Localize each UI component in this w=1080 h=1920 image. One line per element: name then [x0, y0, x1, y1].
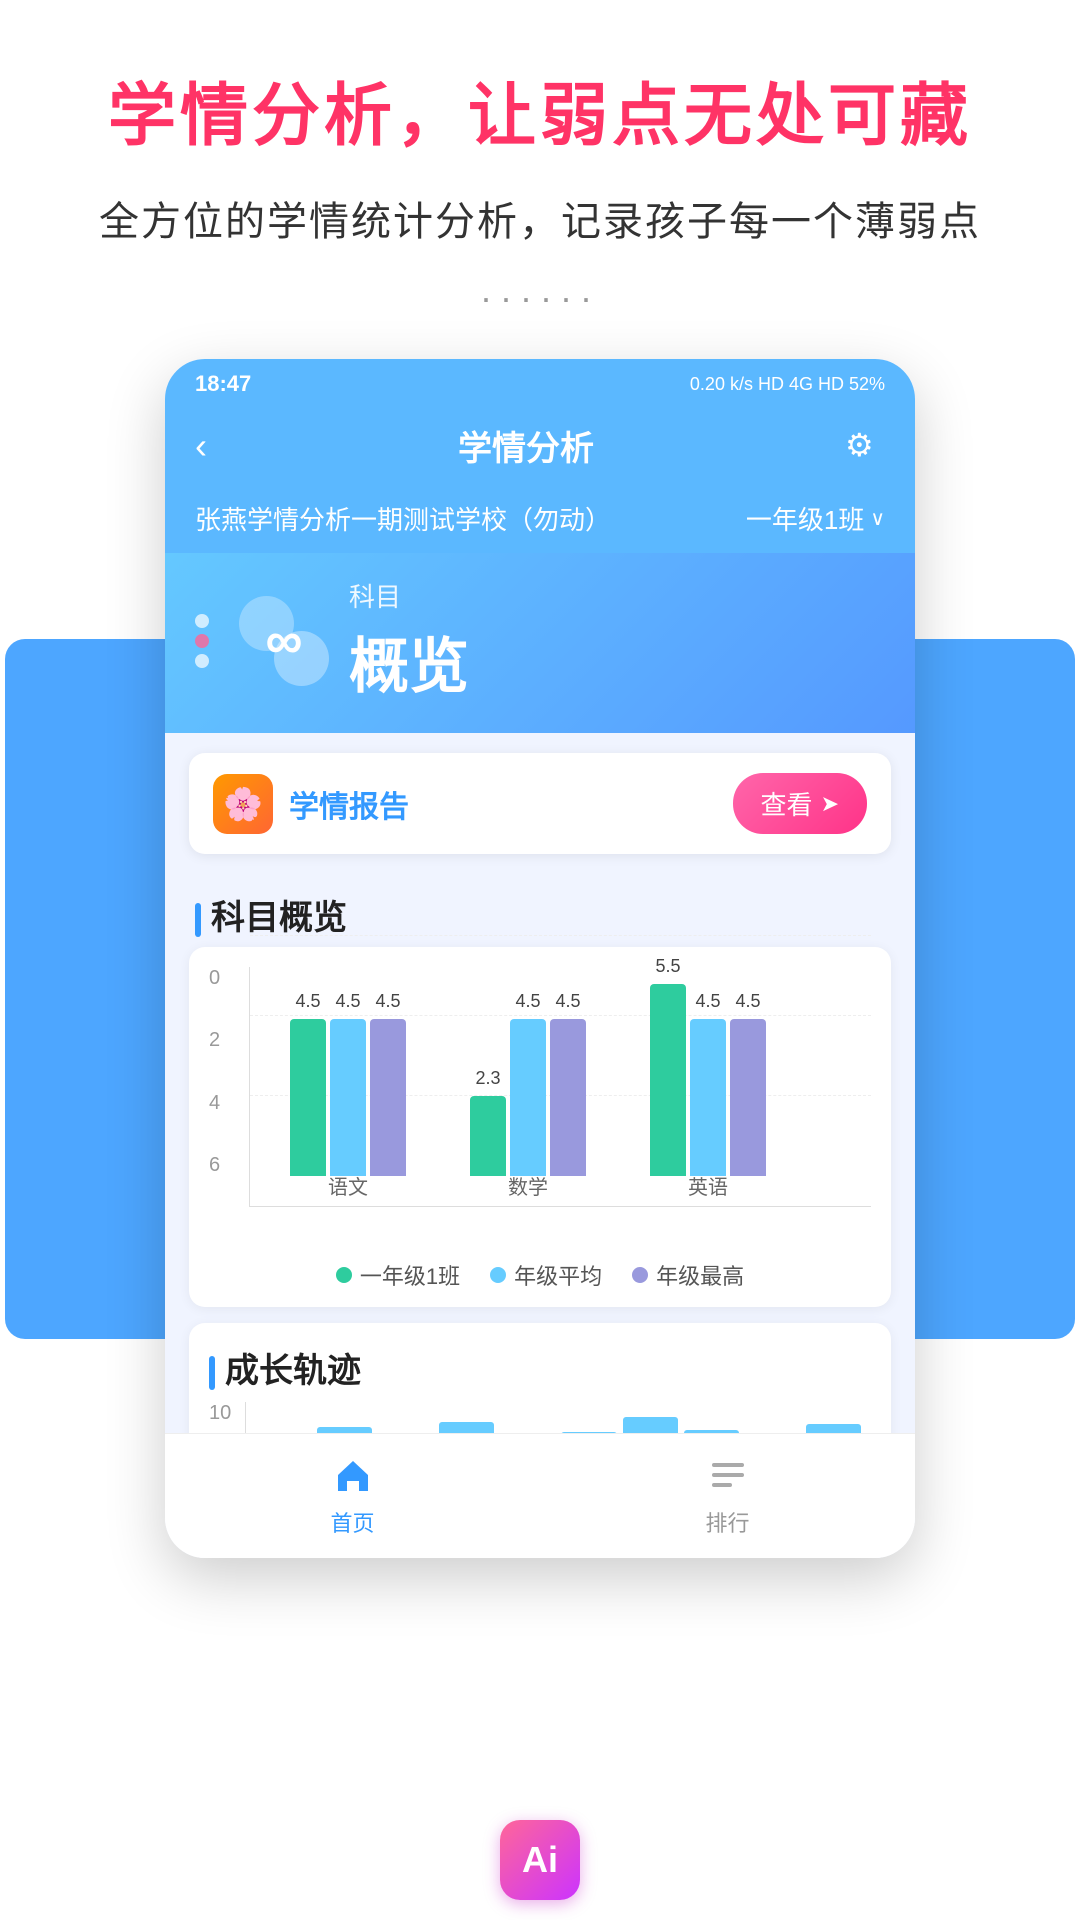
- legend-label-avg: 年级平均: [514, 1259, 602, 1291]
- legend-top: 年级最高: [632, 1259, 744, 1291]
- rank-icon: [703, 1450, 753, 1500]
- status-bar: 18:47 0.20 k/s HD 4G HD 52%: [165, 359, 915, 405]
- bar-label-shuxue-3: 4.5: [555, 991, 580, 1012]
- bar-label-yuwen-2: 4.5: [335, 991, 360, 1012]
- ai-badge[interactable]: Ai: [500, 1820, 580, 1900]
- report-icon: 🌸: [213, 774, 273, 834]
- bar-yingyu-lb: 4.5: [690, 1019, 726, 1177]
- status-time: 18:47: [195, 371, 251, 397]
- y-label-0: 0: [209, 967, 220, 990]
- bar-yingyu-green: 5.5: [650, 984, 686, 1177]
- tab-icon: ∞: [239, 596, 329, 686]
- view-btn-arrow-icon: ➤: [821, 791, 839, 817]
- dot-3: [195, 654, 209, 668]
- nav-label-home: 首页: [330, 1506, 374, 1538]
- sub-title: 全方位的学情统计分析，记录孩子每一个薄弱点: [40, 189, 1040, 247]
- y-label-6: 6: [209, 1154, 220, 1177]
- class-name: 一年级1班: [746, 500, 864, 537]
- bar-label-yingyu-1: 5.5: [655, 956, 680, 977]
- tab-card-content: 科目 概览: [349, 577, 885, 705]
- bar-shuxue-lb: 4.5: [510, 1019, 546, 1177]
- legend-label-class: 一年级1班: [360, 1259, 460, 1291]
- view-button[interactable]: 查看 ➤: [733, 773, 867, 834]
- group-label-yingyu: 英语: [688, 1171, 728, 1200]
- bar-label-shuxue-2: 4.5: [515, 991, 540, 1012]
- legend-dot-green: [336, 1267, 352, 1283]
- legend-label-top: 年级最高: [656, 1259, 744, 1291]
- class-selector[interactable]: 一年级1班 ∨: [746, 500, 885, 537]
- bar-yuwen-purple: 4.5: [370, 1019, 406, 1177]
- chart-y-axis: 6 4 2 0: [209, 967, 220, 1207]
- app-header: ‹ 学情分析 ⚙: [165, 405, 915, 490]
- phone-outer: 18:47 0.20 k/s HD 4G HD 52% ‹ 学情分析 ⚙ 张燕学…: [165, 359, 915, 1558]
- school-bar: 张燕学情分析一期测试学校（勿动） 一年级1班 ∨: [165, 490, 915, 553]
- growth-title: 成长轨迹: [209, 1343, 871, 1392]
- dots: ······: [40, 277, 1040, 319]
- report-card: 🌸 学情报告 查看 ➤: [189, 753, 891, 854]
- tab-label-small: 科目: [349, 577, 885, 614]
- tab-dots: [195, 614, 209, 668]
- dot-2: [195, 634, 209, 648]
- chart-body: 4.5 4.5 4.5 语文: [249, 967, 871, 1207]
- group-shuxue: 2.3 4.5 4.5: [470, 1019, 586, 1177]
- legend-avg: 年级平均: [490, 1259, 602, 1291]
- bar-yingyu-purple: 4.5: [730, 1019, 766, 1177]
- dot-1: [195, 614, 209, 628]
- chart-legend: 一年级1班 年级平均 年级最高: [209, 1259, 871, 1291]
- section-title-subject: 科目概览: [165, 874, 915, 947]
- bar-yuwen-lb: 4.5: [330, 1019, 366, 1177]
- report-left: 🌸 学情报告: [213, 774, 409, 834]
- grid-line-6: [250, 935, 871, 936]
- bar-label-yuwen-1: 4.5: [295, 991, 320, 1012]
- bar-label-yingyu-2: 4.5: [695, 991, 720, 1012]
- group-yingyu: 5.5 4.5 4.5: [650, 984, 766, 1177]
- back-button[interactable]: ‹: [195, 425, 207, 467]
- growth-y-label: 10: [209, 1402, 231, 1425]
- nav-item-home[interactable]: 首页: [328, 1450, 378, 1538]
- home-icon: [328, 1450, 378, 1500]
- bar-label-shuxue-1: 2.3: [475, 1068, 500, 1089]
- phone-mockup: 18:47 0.20 k/s HD 4G HD 52% ‹ 学情分析 ⚙ 张燕学…: [165, 359, 915, 1558]
- chart-container: 6 4 2 0 4.5: [189, 947, 891, 1307]
- view-btn-label: 查看: [761, 785, 813, 822]
- tab-card[interactable]: ∞ 科目 概览: [165, 553, 915, 733]
- grid-line-4: [250, 1015, 871, 1016]
- legend-dot-purple: [632, 1267, 648, 1283]
- bar-shuxue-green: 2.3: [470, 1096, 506, 1177]
- y-label-4: 4: [209, 1092, 220, 1115]
- top-section: 学情分析，让弱点无处可藏 全方位的学情统计分析，记录孩子每一个薄弱点 ·····…: [0, 0, 1080, 359]
- bar-label-yingyu-3: 4.5: [735, 991, 760, 1012]
- y-label-2: 2: [209, 1029, 220, 1052]
- status-right: 0.20 k/s HD 4G HD 52%: [690, 374, 885, 395]
- nav-label-rank: 排行: [705, 1506, 749, 1538]
- legend-class: 一年级1班: [336, 1259, 460, 1291]
- school-name: 张燕学情分析一期测试学校（勿动）: [195, 500, 611, 537]
- chart-wrapper: 6 4 2 0 4.5: [209, 967, 871, 1247]
- group-label-yuwen: 语文: [328, 1171, 368, 1200]
- tab-icon-link: ∞: [265, 611, 302, 671]
- report-title: 学情报告: [289, 782, 409, 826]
- settings-button[interactable]: ⚙: [845, 426, 885, 466]
- tab-label-big: 概览: [349, 618, 885, 705]
- legend-dot-lb: [490, 1267, 506, 1283]
- nav-item-rank[interactable]: 排行: [703, 1450, 753, 1538]
- chevron-down-icon: ∨: [870, 506, 885, 531]
- bar-label-yuwen-3: 4.5: [375, 991, 400, 1012]
- bar-shuxue-purple: 4.5: [550, 1019, 586, 1177]
- header-title: 学情分析: [458, 421, 594, 470]
- bottom-nav: 首页 排行: [165, 1433, 915, 1558]
- group-yuwen: 4.5 4.5 4.5: [290, 1019, 406, 1177]
- main-title: 学情分析，让弱点无处可藏: [40, 60, 1040, 159]
- group-label-shuxue: 数学: [508, 1171, 548, 1200]
- status-icons: 0.20 k/s HD 4G HD 52%: [690, 374, 885, 395]
- bar-yuwen-green: 4.5: [290, 1019, 326, 1177]
